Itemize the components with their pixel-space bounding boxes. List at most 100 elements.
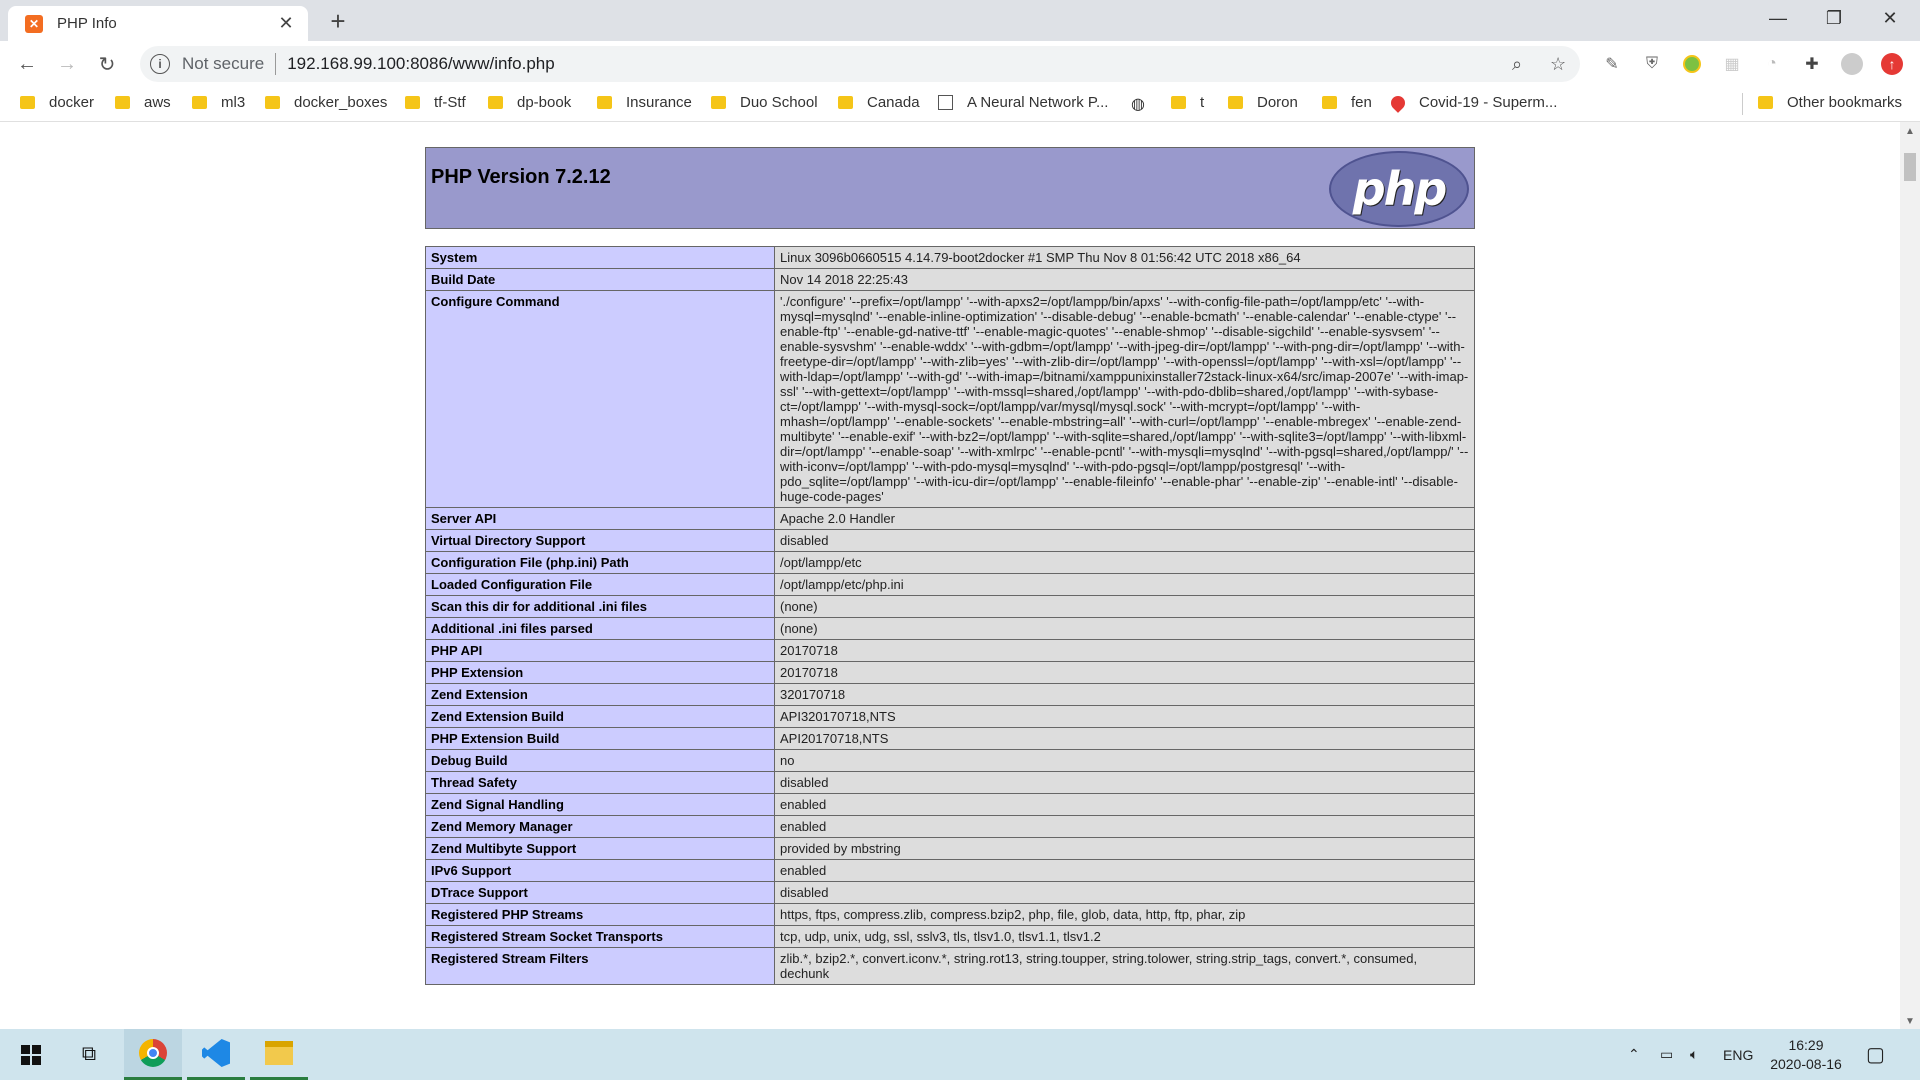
folder-icon: [1171, 96, 1186, 109]
php-logo-text: php: [1352, 162, 1448, 216]
bookmark-globe[interactable]: ◍: [1131, 94, 1145, 114]
eyedropper-extension-icon[interactable]: ✎: [1600, 52, 1624, 76]
globe-icon: ◍: [1131, 96, 1145, 113]
info-value: disabled: [774, 881, 1475, 904]
info-row: PHP Extension Build API20170718,NTS: [425, 727, 1475, 750]
bookmark-doron[interactable]: Doron: [1228, 94, 1298, 111]
info-value: Linux 3096b0660515 4.14.79-boot2docker #…: [774, 246, 1475, 269]
site-info-icon[interactable]: i: [150, 54, 170, 74]
page-scrollbar[interactable]: ▲ ▼: [1900, 122, 1920, 1029]
info-row: DTrace Support disabled: [425, 881, 1475, 904]
close-tab-icon[interactable]: ✕: [274, 12, 298, 36]
profile-avatar-icon[interactable]: [1840, 52, 1864, 76]
input-language[interactable]: ENG: [1723, 1029, 1753, 1080]
phpinfo-container: PHP Version 7.2.12 php System Linux 3096b…: [425, 147, 1475, 985]
info-key: System: [425, 246, 775, 269]
info-key: Build Date: [425, 268, 775, 291]
bookmark-aws[interactable]: aws: [115, 94, 171, 111]
scroll-up-arrow-icon[interactable]: ▲: [1905, 126, 1915, 137]
info-key: PHP Extension: [425, 661, 775, 684]
scrollbar-thumb[interactable]: [1904, 153, 1916, 181]
action-center-icon[interactable]: ▢: [1866, 1029, 1885, 1080]
map-pin-icon: [1388, 92, 1408, 113]
taskbar-chrome[interactable]: [124, 1029, 182, 1080]
bookmark-fen[interactable]: fen: [1322, 94, 1372, 111]
show-hidden-icons[interactable]: ⌃: [1628, 1029, 1640, 1080]
start-button[interactable]: [4, 1029, 58, 1080]
zoom-icon[interactable]: ⌕: [1512, 54, 1522, 75]
clock-date: 2020-08-16: [1770, 1056, 1842, 1072]
info-row: Zend Extension Build API320170718,NTS: [425, 705, 1475, 728]
file-explorer-icon: [265, 1041, 293, 1065]
info-row: Additional .ini files parsed (none): [425, 617, 1475, 640]
info-key: DTrace Support: [425, 881, 775, 904]
bookmark-tf-stf[interactable]: tf-Stf: [405, 94, 466, 111]
minimize-icon[interactable]: —: [1750, 0, 1806, 36]
info-key: Virtual Directory Support: [425, 529, 775, 552]
bookmark-neural-network[interactable]: A Neural Network P...: [938, 94, 1108, 111]
back-icon[interactable]: ←: [12, 49, 42, 79]
info-key: Registered PHP Streams: [425, 903, 775, 926]
info-value: Nov 14 2018 22:25:43: [774, 268, 1475, 291]
other-bookmarks[interactable]: Other bookmarks: [1758, 94, 1902, 111]
reload-icon[interactable]: ↻: [92, 49, 122, 79]
page-icon: [938, 95, 953, 110]
clock[interactable]: 16:29 2020-08-16: [1766, 1036, 1846, 1074]
bookmark-duo-school[interactable]: Duo School: [711, 94, 818, 111]
chrome-icon: [139, 1039, 167, 1067]
info-value: provided by mbstring: [774, 837, 1475, 860]
xampp-icon: ✕: [25, 14, 43, 33]
bookmark-covid[interactable]: Covid-19 - Superm...: [1388, 92, 1557, 113]
task-view-button[interactable]: ⧉: [64, 1029, 114, 1080]
bookmark-canada[interactable]: Canada: [838, 94, 920, 111]
scroll-down-arrow-icon[interactable]: ▼: [1905, 1016, 1915, 1027]
info-row: Registered Stream Filters zlib.*, bzip2.*…: [425, 947, 1475, 985]
bookmark-insurance[interactable]: Insurance: [597, 94, 692, 111]
volume-icon[interactable]: 🔈︎: [1690, 1029, 1698, 1080]
info-row: Zend Multibyte Support provided by mbstri…: [425, 837, 1475, 860]
bookmark-dp-book[interactable]: dp-book: [488, 94, 571, 111]
shield-extension-icon[interactable]: ⛨: [1640, 52, 1664, 76]
info-key: Configuration File (php.ini) Path: [425, 551, 775, 574]
info-value: enabled: [774, 815, 1475, 838]
address-bar[interactable]: i Not secure 192.168.99.100:8086/www/inf…: [140, 46, 1580, 82]
php-logo[interactable]: php: [1329, 151, 1469, 227]
info-row: Zend Memory Manager enabled: [425, 815, 1475, 838]
info-row: IPv6 Support enabled: [425, 859, 1475, 882]
info-key: Zend Extension: [425, 683, 775, 706]
bookmark-docker-boxes[interactable]: docker_boxes: [265, 94, 387, 111]
taskbar-vscode[interactable]: [187, 1029, 245, 1080]
url-host: 192.168.99.100: [287, 54, 406, 73]
grey-extension-icon[interactable]: ▦: [1720, 52, 1744, 76]
update-menu-icon[interactable]: ↑: [1880, 52, 1904, 76]
info-value: https, ftps, compress.zlib, compress.bzi…: [774, 903, 1475, 926]
info-value: no: [774, 749, 1475, 772]
info-value: disabled: [774, 529, 1475, 552]
info-value: (none): [774, 595, 1475, 618]
page-viewport[interactable]: PHP Version 7.2.12 php System Linux 3096b…: [0, 122, 1900, 1029]
phpinfo-header: PHP Version 7.2.12 php: [425, 147, 1475, 229]
info-row: Zend Signal Handling enabled: [425, 793, 1475, 816]
bookmark-ml3[interactable]: ml3: [192, 94, 245, 111]
info-value: API320170718,NTS: [774, 705, 1475, 728]
extensions-puzzle-icon[interactable]: ✚: [1800, 52, 1824, 76]
info-value: tcp, udp, unix, udg, ssl, sslv3, tls, tl…: [774, 925, 1475, 948]
restore-icon[interactable]: ❐: [1806, 0, 1862, 36]
battery-icon[interactable]: ▭: [1660, 1029, 1673, 1080]
tab-php-info[interactable]: ✕ PHP Info ✕: [8, 6, 308, 41]
info-key: Configure Command: [425, 290, 775, 508]
bookmark-docker[interactable]: docker: [20, 94, 94, 111]
new-tab-icon[interactable]: +: [323, 6, 353, 36]
taskbar-file-explorer[interactable]: [250, 1029, 308, 1080]
info-row: PHP Extension 20170718: [425, 661, 1475, 684]
info-key: Loaded Configuration File: [425, 573, 775, 596]
info-value: 20170718: [774, 639, 1475, 662]
bookmark-star-icon[interactable]: ☆: [1550, 54, 1566, 75]
info-key: Additional .ini files parsed: [425, 617, 775, 640]
speedometer-extension-icon[interactable]: ◔: [1760, 52, 1784, 76]
folder-icon: [1322, 96, 1337, 109]
window-close-icon[interactable]: ✕: [1862, 0, 1918, 36]
green-extension-icon[interactable]: [1680, 52, 1704, 76]
forward-icon[interactable]: →: [52, 49, 82, 79]
bookmark-t[interactable]: t: [1171, 94, 1204, 111]
